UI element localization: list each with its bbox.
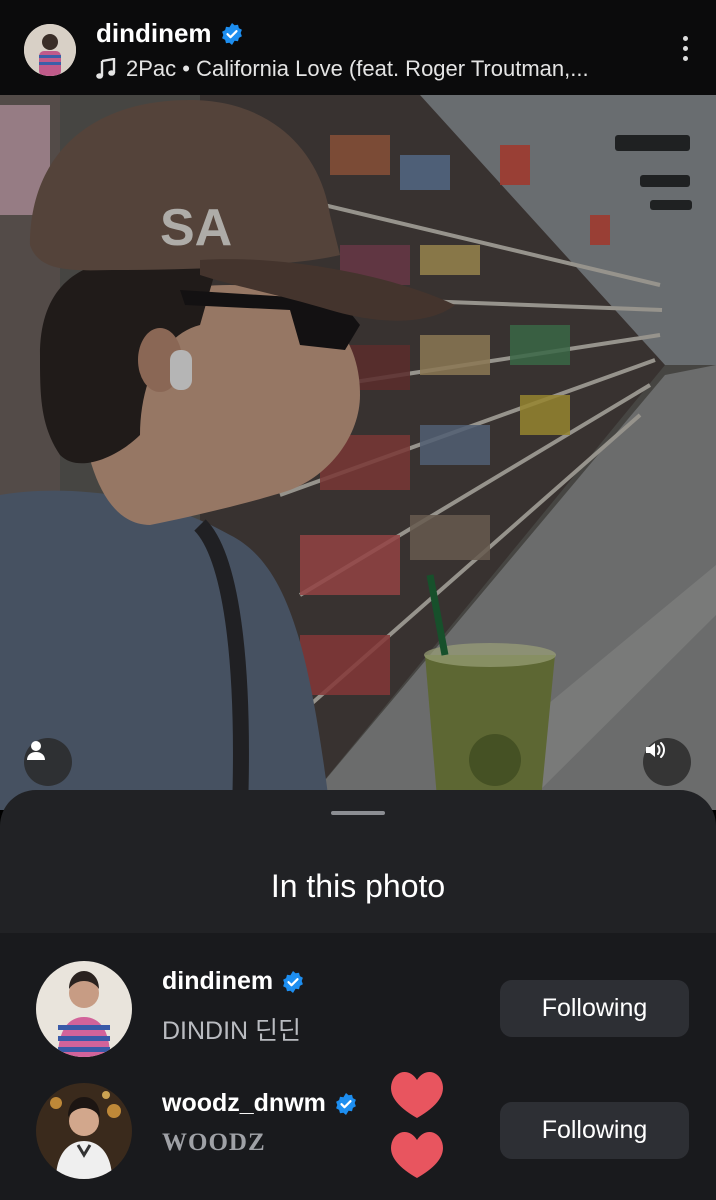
tagged-username-text[interactable]: woodz_dnwm [162, 1089, 326, 1118]
grocery-aisle-photo: SA [0, 95, 716, 810]
author-username-text[interactable]: dindinem [96, 18, 212, 49]
tagged-username[interactable]: woodz_dnwm [162, 1089, 358, 1118]
music-note-icon [96, 58, 116, 79]
tagged-people-sheet: In this photo dindinem DINDIN 딘딘 Followi… [0, 790, 716, 1200]
avatar[interactable] [36, 1083, 132, 1179]
tagged-username-text[interactable]: dindinem [162, 967, 273, 996]
author-avatar[interactable] [24, 24, 76, 76]
post-photo[interactable]: SA [0, 95, 716, 810]
song-title[interactable]: 2Pac • California Love (feat. Roger Trou… [126, 56, 589, 82]
following-button[interactable]: Following [500, 980, 689, 1037]
tagged-display-name: WOODZ [162, 1129, 266, 1156]
mute-toggle-button[interactable] [643, 738, 691, 786]
tagged-display-name: DINDIN 딘딘 [162, 1017, 302, 1045]
tagged-people-list: dindinem DINDIN 딘딘 Following woodz_dnwm … [0, 933, 716, 1200]
list-item[interactable]: dindinem DINDIN 딘딘 Following [0, 949, 716, 1071]
avatar[interactable] [36, 961, 132, 1057]
sheet-drag-handle[interactable] [331, 811, 385, 815]
sheet-title: In this photo [270, 868, 446, 904]
tagged-people-button[interactable] [24, 738, 72, 786]
post-header: dindinem 2Pac • California Love (feat. R… [0, 0, 716, 95]
verified-badge-icon [221, 22, 242, 45]
following-button[interactable]: Following [500, 1102, 689, 1159]
verified-badge-icon [335, 1092, 356, 1115]
speaker-icon [646, 742, 665, 758]
verified-badge-icon [283, 970, 304, 993]
person-icon [27, 741, 45, 760]
music-info[interactable]: 2Pac • California Love (feat. Roger Trou… [96, 56, 589, 82]
list-item[interactable]: woodz_dnwm WOODZ Following [0, 1071, 716, 1193]
more-options-icon[interactable] [680, 36, 690, 66]
author-username[interactable]: dindinem [96, 18, 244, 49]
heart-stickers-icon [391, 1071, 443, 1178]
tagged-username[interactable]: dindinem [162, 967, 305, 996]
